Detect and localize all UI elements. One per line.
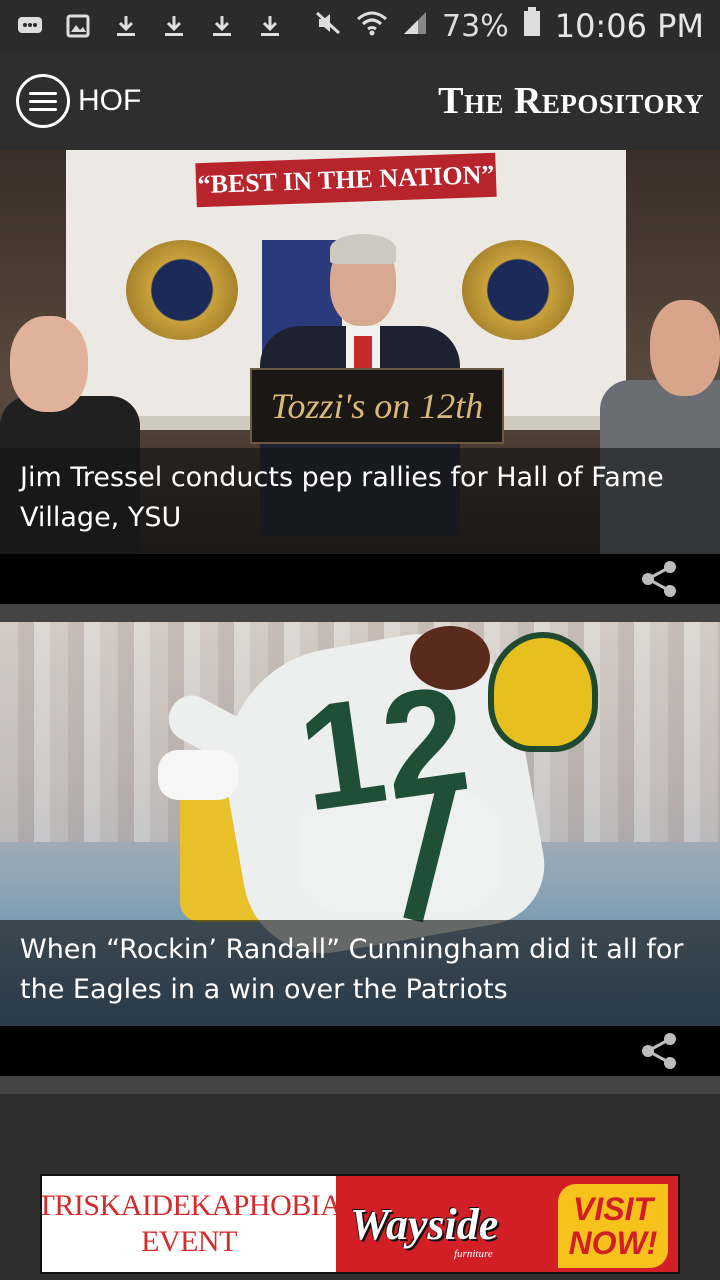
clock: 10:06 PM bbox=[554, 7, 704, 45]
story-headline[interactable]: When “Rockin’ Randall” Cunningham did it… bbox=[0, 920, 720, 1026]
share-icon[interactable] bbox=[638, 558, 680, 600]
section-title: HOF bbox=[78, 84, 142, 117]
ad-cta-line2: NOW! bbox=[568, 1225, 658, 1261]
app-bar: HOF The Repository bbox=[0, 52, 720, 150]
status-bar: 73% 10:06 PM bbox=[0, 0, 720, 52]
ring-right bbox=[462, 240, 574, 340]
menu-button[interactable] bbox=[16, 74, 70, 128]
gallery-icon bbox=[64, 12, 92, 40]
podium-sign: Tozzi's on 12th bbox=[250, 368, 504, 444]
divider bbox=[0, 1076, 720, 1094]
story-footer bbox=[0, 554, 720, 604]
ad-cta-line1: VISIT bbox=[572, 1191, 653, 1227]
messages-icon bbox=[16, 12, 44, 40]
download-icon bbox=[160, 12, 188, 40]
hamburger-icon bbox=[29, 91, 57, 95]
ad-brand-logo: Wayside bbox=[350, 1199, 499, 1249]
helmet bbox=[488, 632, 598, 752]
ring-left bbox=[126, 240, 238, 340]
brand-logo[interactable]: The Repository bbox=[438, 79, 704, 123]
download-icon bbox=[256, 12, 284, 40]
football bbox=[410, 626, 490, 690]
share-icon[interactable] bbox=[638, 1030, 680, 1072]
wifi-icon bbox=[356, 9, 388, 44]
notification-icons bbox=[16, 12, 284, 40]
signal-icon bbox=[402, 9, 428, 44]
ad-event-line2: EVENT bbox=[141, 1225, 237, 1258]
download-icon bbox=[112, 12, 140, 40]
ad-brand-panel: Wayside furniture VISIT NOW! bbox=[336, 1176, 678, 1272]
ad-area: TRISKAIDEKAPHOBIA EVENT Wayside furnitur… bbox=[0, 1168, 720, 1280]
ad-cta-button[interactable]: VISIT NOW! bbox=[558, 1184, 668, 1268]
story-card[interactable]: “BEST IN THE NATION” Tozzi's on 12th Jim… bbox=[0, 150, 720, 604]
banner-text: “BEST IN THE NATION” bbox=[195, 152, 497, 208]
ad-banner[interactable]: TRISKAIDEKAPHOBIA EVENT Wayside furnitur… bbox=[40, 1174, 680, 1274]
story-card[interactable]: 12 When “Rockin’ Randall” Cunningham did… bbox=[0, 622, 720, 1076]
ad-brand-sub: furniture bbox=[454, 1248, 493, 1260]
mute-icon bbox=[314, 9, 342, 44]
next-story-stub[interactable] bbox=[0, 1094, 720, 1168]
ad-event-text: TRISKAIDEKAPHOBIA EVENT bbox=[42, 1176, 342, 1272]
battery-percent: 73% bbox=[442, 8, 509, 44]
system-status: 73% 10:06 PM bbox=[314, 7, 704, 45]
divider bbox=[0, 604, 720, 622]
story-footer bbox=[0, 1026, 720, 1076]
story-headline[interactable]: Jim Tressel conducts pep rallies for Hal… bbox=[0, 448, 720, 554]
battery-icon bbox=[523, 7, 541, 45]
download-icon bbox=[208, 12, 236, 40]
ad-event-line1: TRISKAIDEKAPHOBIA bbox=[40, 1189, 342, 1222]
